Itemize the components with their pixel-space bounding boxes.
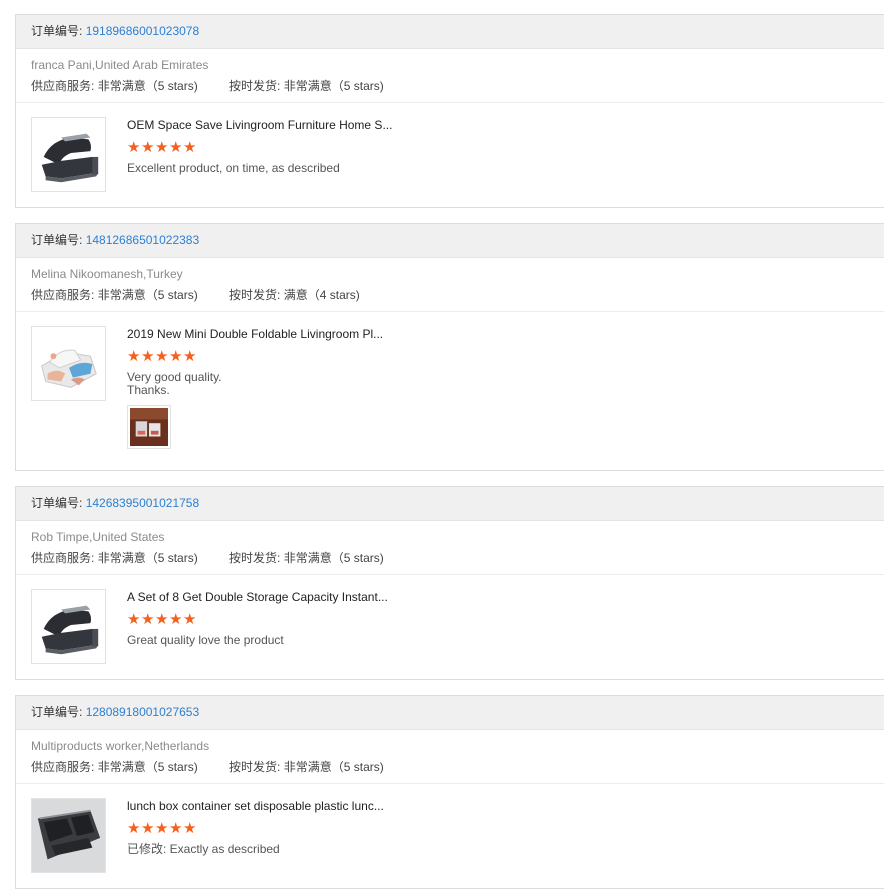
review-card: 订单编号: 19189686001023078 franca Pani,Unit… [15, 14, 884, 208]
product-thumbnail[interactable] [31, 589, 106, 664]
supplier-service-label: 供应商服务: [31, 288, 95, 302]
on-time-shipping-rating: 非常满意（5 stars) [283, 760, 384, 774]
order-number-link[interactable]: 14812686501022383 [86, 233, 199, 247]
star-icon: ★ [169, 611, 184, 628]
supplier-service-rating: 非常满意（5 stars) [97, 79, 198, 93]
buyer-section: Melina Nikoomanesh,Turkey 供应商服务: 非常满意（5 … [16, 258, 884, 312]
product-thumbnail[interactable] [31, 117, 106, 192]
on-time-shipping-rating: 非常满意（5 stars) [283, 551, 384, 565]
supplier-service-label: 供应商服务: [31, 760, 95, 774]
buyer-name: franca Pani,United Arab Emirates [31, 58, 209, 72]
star-icon: ★ [141, 348, 156, 365]
star-icon: ★ [169, 820, 184, 837]
star-icon: ★ [183, 139, 198, 156]
service-ratings: 供应商服务: 非常满意（5 stars) 按时发货: 非常满意（5 stars) [31, 551, 879, 565]
star-rating: ★★★★★ [127, 611, 879, 628]
order-number-link[interactable]: 14268395001021758 [86, 496, 199, 510]
star-rating: ★★★★★ [127, 348, 879, 365]
product-info: 2019 New Mini Double Foldable Livingroom… [127, 327, 879, 449]
star-icon: ★ [183, 348, 198, 365]
review-photo-image [130, 408, 168, 446]
feedback-text: Very good quality. Thanks. [127, 370, 222, 397]
product-thumbnail[interactable] [31, 326, 106, 401]
star-icon: ★ [183, 820, 198, 837]
order-header: 订单编号: 19189686001023078 [16, 15, 884, 49]
on-time-shipping-rating: 非常满意（5 stars) [283, 79, 384, 93]
star-rating: ★★★★★ [127, 820, 879, 837]
supplier-service-rating: 非常满意（5 stars) [97, 288, 198, 302]
feedback-text: Excellent product, on time, as described [127, 161, 340, 175]
review-card: 订单编号: 14812686501022383 Melina Nikoomane… [15, 223, 884, 471]
feedback-text: 已修改: Exactly as described [127, 842, 280, 856]
on-time-shipping-label: 按时发货: [229, 760, 281, 774]
service-ratings: 供应商服务: 非常满意（5 stars) 按时发货: 满意（4 stars) [31, 288, 879, 302]
supplier-service-label: 供应商服务: [31, 79, 95, 93]
feedback-text: Great quality love the product [127, 633, 284, 647]
star-icon: ★ [127, 348, 142, 365]
review-photo[interactable] [127, 405, 171, 449]
on-time-shipping-label: 按时发货: [229, 551, 281, 565]
buyer-section: Rob Timpe,United States 供应商服务: 非常满意（5 st… [16, 521, 884, 575]
star-icon: ★ [155, 348, 170, 365]
star-icon: ★ [155, 611, 170, 628]
order-label: 订单编号: [31, 24, 83, 38]
service-ratings: 供应商服务: 非常满意（5 stars) 按时发货: 非常满意（5 stars) [31, 79, 879, 93]
star-icon: ★ [141, 139, 156, 156]
on-time-shipping-label: 按时发货: [229, 79, 281, 93]
buyer-name: Multiproducts worker,Netherlands [31, 739, 210, 753]
service-ratings: 供应商服务: 非常满意（5 stars) 按时发货: 非常满意（5 stars) [31, 760, 879, 774]
star-icon: ★ [169, 348, 184, 365]
star-icon: ★ [141, 820, 156, 837]
review-card: 订单编号: 14268395001021758 Rob Timpe,United… [15, 486, 884, 680]
star-icon: ★ [183, 611, 198, 628]
lunch-box-icon [32, 799, 105, 872]
star-icon: ★ [127, 611, 142, 628]
product-review: A Set of 8 Get Double Storage Capacity I… [16, 575, 884, 666]
order-header: 订单编号: 12808918001027653 [16, 696, 884, 730]
order-number-link[interactable]: 12808918001027653 [86, 705, 199, 719]
order-label: 订单编号: [31, 705, 83, 719]
order-label: 订单编号: [31, 496, 83, 510]
buyer-section: Multiproducts worker,Netherlands 供应商服务: … [16, 730, 884, 784]
product-title-link[interactable]: A Set of 8 Get Double Storage Capacity I… [127, 590, 879, 604]
order-number-link[interactable]: 19189686001023078 [86, 24, 199, 38]
star-icon: ★ [155, 820, 170, 837]
star-icon: ★ [127, 820, 142, 837]
shoe-rack-dark-icon [32, 590, 105, 663]
buyer-name: Rob Timpe,United States [31, 530, 165, 544]
on-time-shipping-label: 按时发货: [229, 288, 281, 302]
product-title-link[interactable]: 2019 New Mini Double Foldable Livingroom… [127, 327, 879, 341]
buyer-name: Melina Nikoomanesh,Turkey [31, 267, 183, 281]
review-card: 订单编号: 12808918001027653 Multiproducts wo… [15, 695, 884, 889]
supplier-service-label: 供应商服务: [31, 551, 95, 565]
buyer-section: franca Pani,United Arab Emirates 供应商服务: … [16, 49, 884, 103]
order-header: 订单编号: 14812686501022383 [16, 224, 884, 258]
product-thumbnail[interactable] [31, 798, 106, 873]
product-title-link[interactable]: OEM Space Save Livingroom Furniture Home… [127, 118, 879, 132]
product-review: 2019 New Mini Double Foldable Livingroom… [16, 312, 884, 463]
product-review: lunch box container set disposable plast… [16, 784, 884, 875]
star-icon: ★ [155, 139, 170, 156]
product-title-link[interactable]: lunch box container set disposable plast… [127, 799, 879, 813]
product-review: OEM Space Save Livingroom Furniture Home… [16, 103, 884, 194]
order-label: 订单编号: [31, 233, 83, 247]
supplier-service-rating: 非常满意（5 stars) [97, 760, 198, 774]
product-info: lunch box container set disposable plast… [127, 799, 879, 861]
on-time-shipping-rating: 满意（4 stars) [283, 288, 360, 302]
star-icon: ★ [141, 611, 156, 628]
star-rating: ★★★★★ [127, 139, 879, 156]
product-info: A Set of 8 Get Double Storage Capacity I… [127, 590, 879, 652]
shoe-rack-white-icon [32, 327, 105, 400]
shoe-rack-dark-icon [32, 118, 105, 191]
product-info: OEM Space Save Livingroom Furniture Home… [127, 118, 879, 180]
star-icon: ★ [127, 139, 142, 156]
supplier-service-rating: 非常满意（5 stars) [97, 551, 198, 565]
star-icon: ★ [169, 139, 184, 156]
order-header: 订单编号: 14268395001021758 [16, 487, 884, 521]
